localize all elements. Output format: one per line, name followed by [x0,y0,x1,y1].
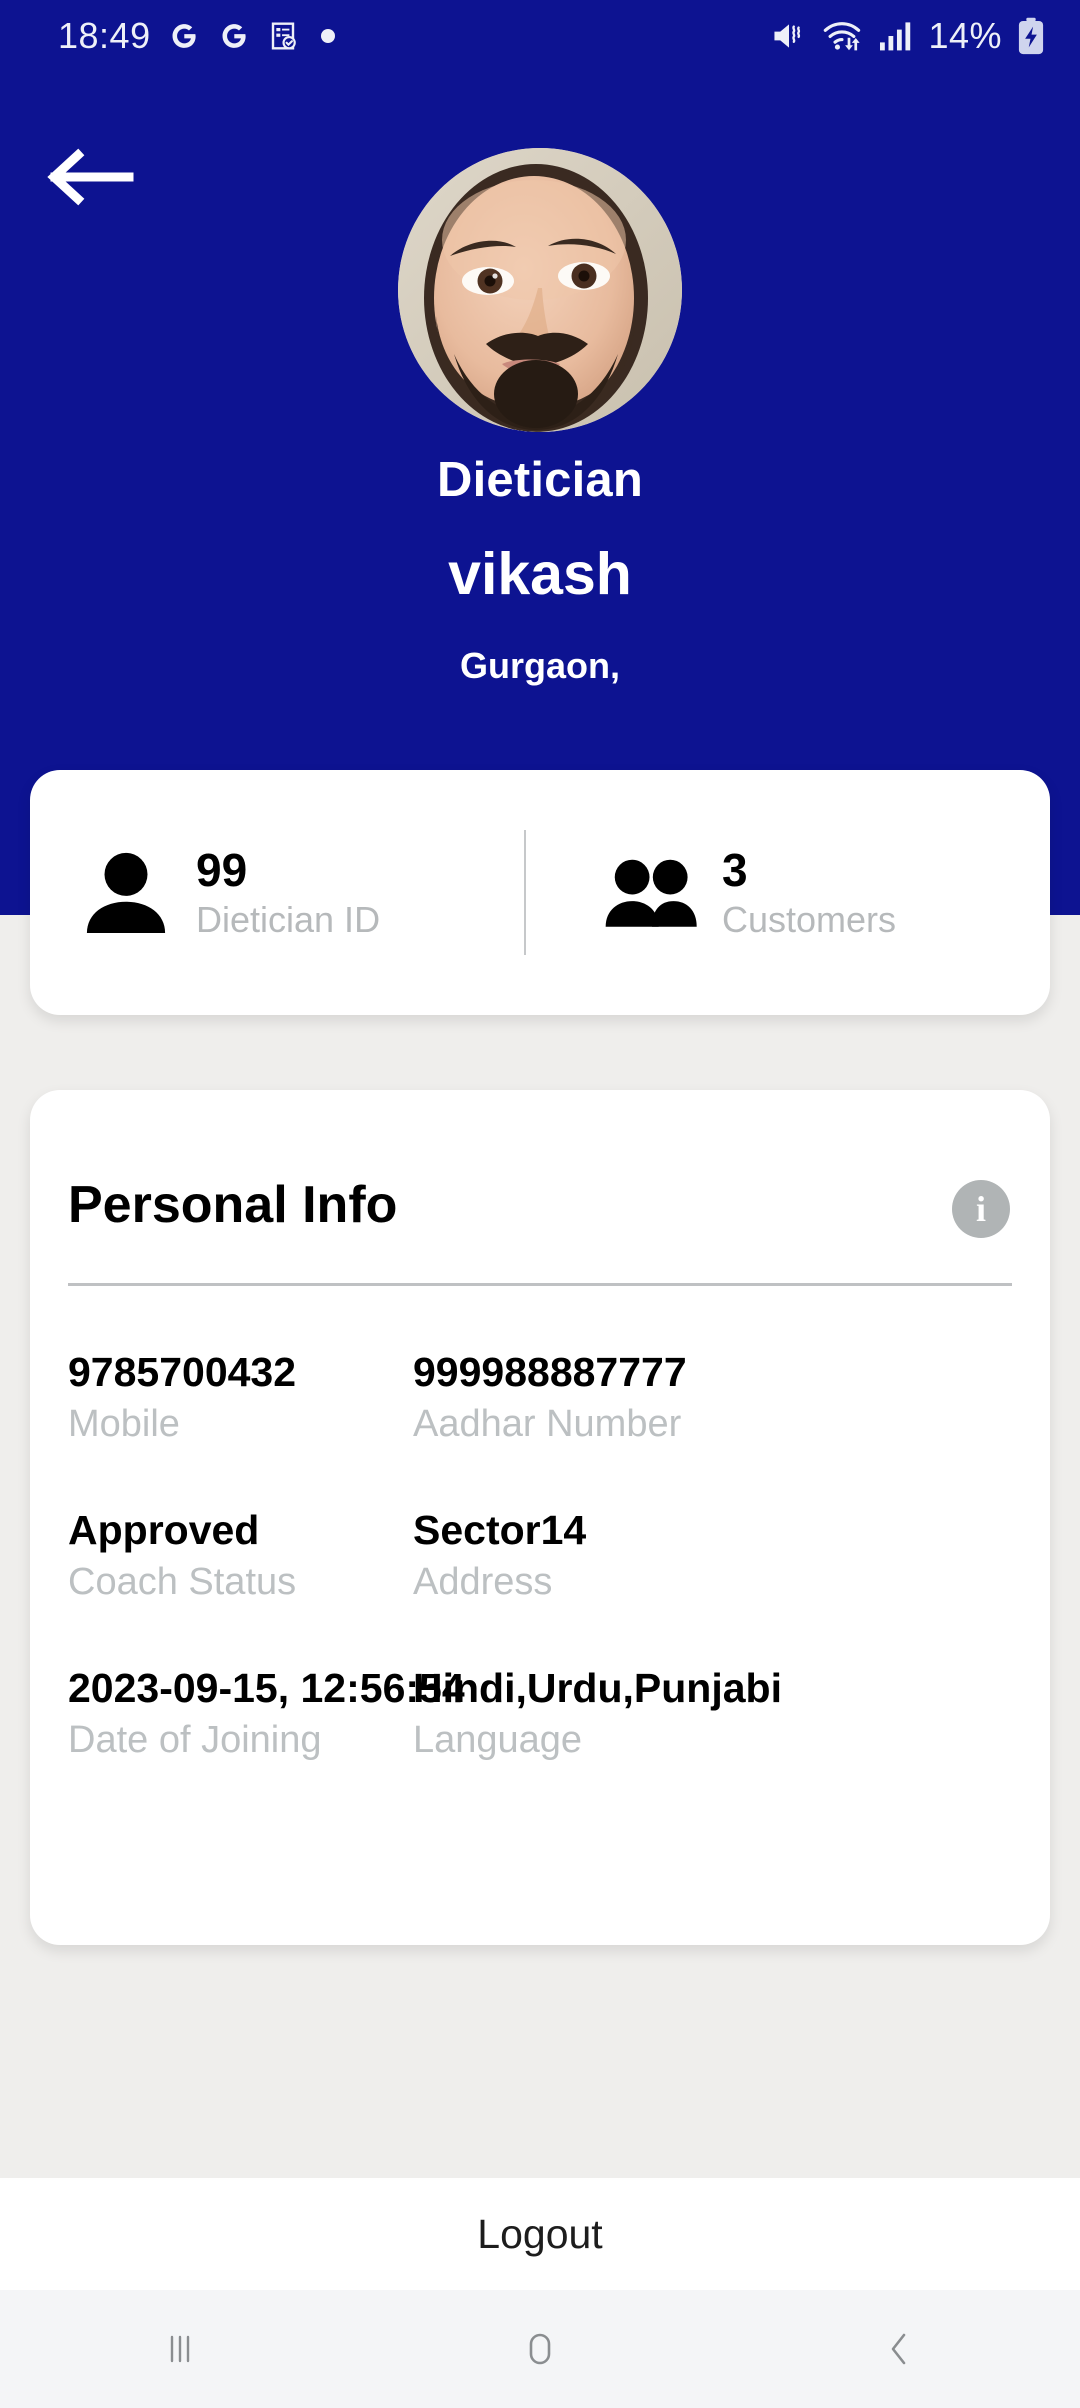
person-icon [86,853,166,934]
app-screen: 18:49 14% Dietician vikash Gurgaon, 99 D… [0,0,1080,2408]
personal-info-card: Personal Info i 9785700432 Mobile 999988… [30,1090,1050,1945]
status-bar-left: 18:49 [58,15,335,57]
info-field-address: Sector14 Address [413,1506,893,1606]
field-value: Hindi,Urdu,Punjabi [413,1664,782,1711]
info-icon-letter: i [975,1189,986,1229]
personal-info-rows: 9785700432 Mobile 999988887777 Aadhar Nu… [68,1348,1012,1822]
info-field-mobile: 9785700432 Mobile [68,1348,413,1448]
form-check-icon [271,22,296,50]
status-bar-right: 14% [770,15,1046,57]
divider [68,1283,1012,1286]
signal-bars-icon [880,22,911,51]
stat-customers[interactable]: 3 Customers [526,843,1050,940]
field-label: Aadhar Number [413,1403,682,1446]
stat-dietician-id[interactable]: 99 Dietician ID [30,843,524,940]
info-row: 9785700432 Mobile 999988887777 Aadhar Nu… [68,1348,1012,1448]
avatar [398,148,682,432]
field-value: Sector14 [413,1506,587,1553]
info-icon[interactable]: i [952,1180,1010,1238]
back-button[interactable] [720,2326,1080,2372]
field-label: Address [413,1561,553,1604]
info-field-aadhar: 999988887777 Aadhar Number [413,1348,893,1448]
field-value: 2023-09-15, 12:56:54 [68,1664,465,1711]
google-g-icon [222,24,246,48]
android-navigation-bar [0,2290,1080,2408]
stats-card: 99 Dietician ID 3 Customers [30,770,1050,1015]
dot-icon [320,29,335,43]
battery-charging-icon [1018,17,1044,55]
info-row: 2023-09-15, 12:56:54 Date of Joining Hin… [68,1664,1012,1764]
stat-label: Dietician ID [196,898,381,940]
profile-photo [398,148,682,432]
stat-label: Customers [722,898,897,940]
profile-city: Gurgaon, [460,645,620,686]
stat-value: 3 [722,843,748,896]
stat-text: 99 Dietician ID [196,843,381,940]
field-value: 999988887777 [413,1349,687,1395]
people-icon [605,860,697,928]
personal-info-title: Personal Info [68,1176,398,1234]
info-field-coach-status: Approved Coach Status [68,1506,413,1606]
field-label: Date of Joining [68,1719,322,1762]
logout-button[interactable]: Logout [0,2178,1080,2290]
status-time: 18:49 [58,15,151,56]
field-label: Coach Status [68,1561,297,1604]
home-button[interactable] [360,2326,720,2372]
field-value: 9785700432 [68,1349,297,1395]
logout-label: Logout [477,2210,603,2257]
field-value: Approved [68,1506,260,1553]
info-field-language: Hindi,Urdu,Punjabi Language [413,1664,893,1764]
google-g-icon [172,24,196,48]
mute-icon [774,24,801,48]
profile-role: Dietician [436,453,644,507]
info-field-date-of-joining: 2023-09-15, 12:56:54 Date of Joining [68,1664,465,1764]
stat-value: 99 [196,843,248,896]
field-label: Language [413,1719,583,1762]
back-arrow-icon[interactable] [45,144,135,210]
back-icon [891,2333,906,2365]
status-bar: 18:49 14% [0,0,1080,72]
field-label: Mobile [68,1403,180,1446]
info-row: Approved Coach Status Sector14 Address [68,1506,1012,1606]
recents-button[interactable] [0,2327,360,2371]
home-icon [529,2333,551,2365]
stat-text: 3 Customers [722,843,897,940]
battery-percent: 14% [928,15,1002,56]
recents-icon [170,2335,190,2363]
wifi-icon [824,22,861,51]
profile-name: vikash [448,541,632,607]
